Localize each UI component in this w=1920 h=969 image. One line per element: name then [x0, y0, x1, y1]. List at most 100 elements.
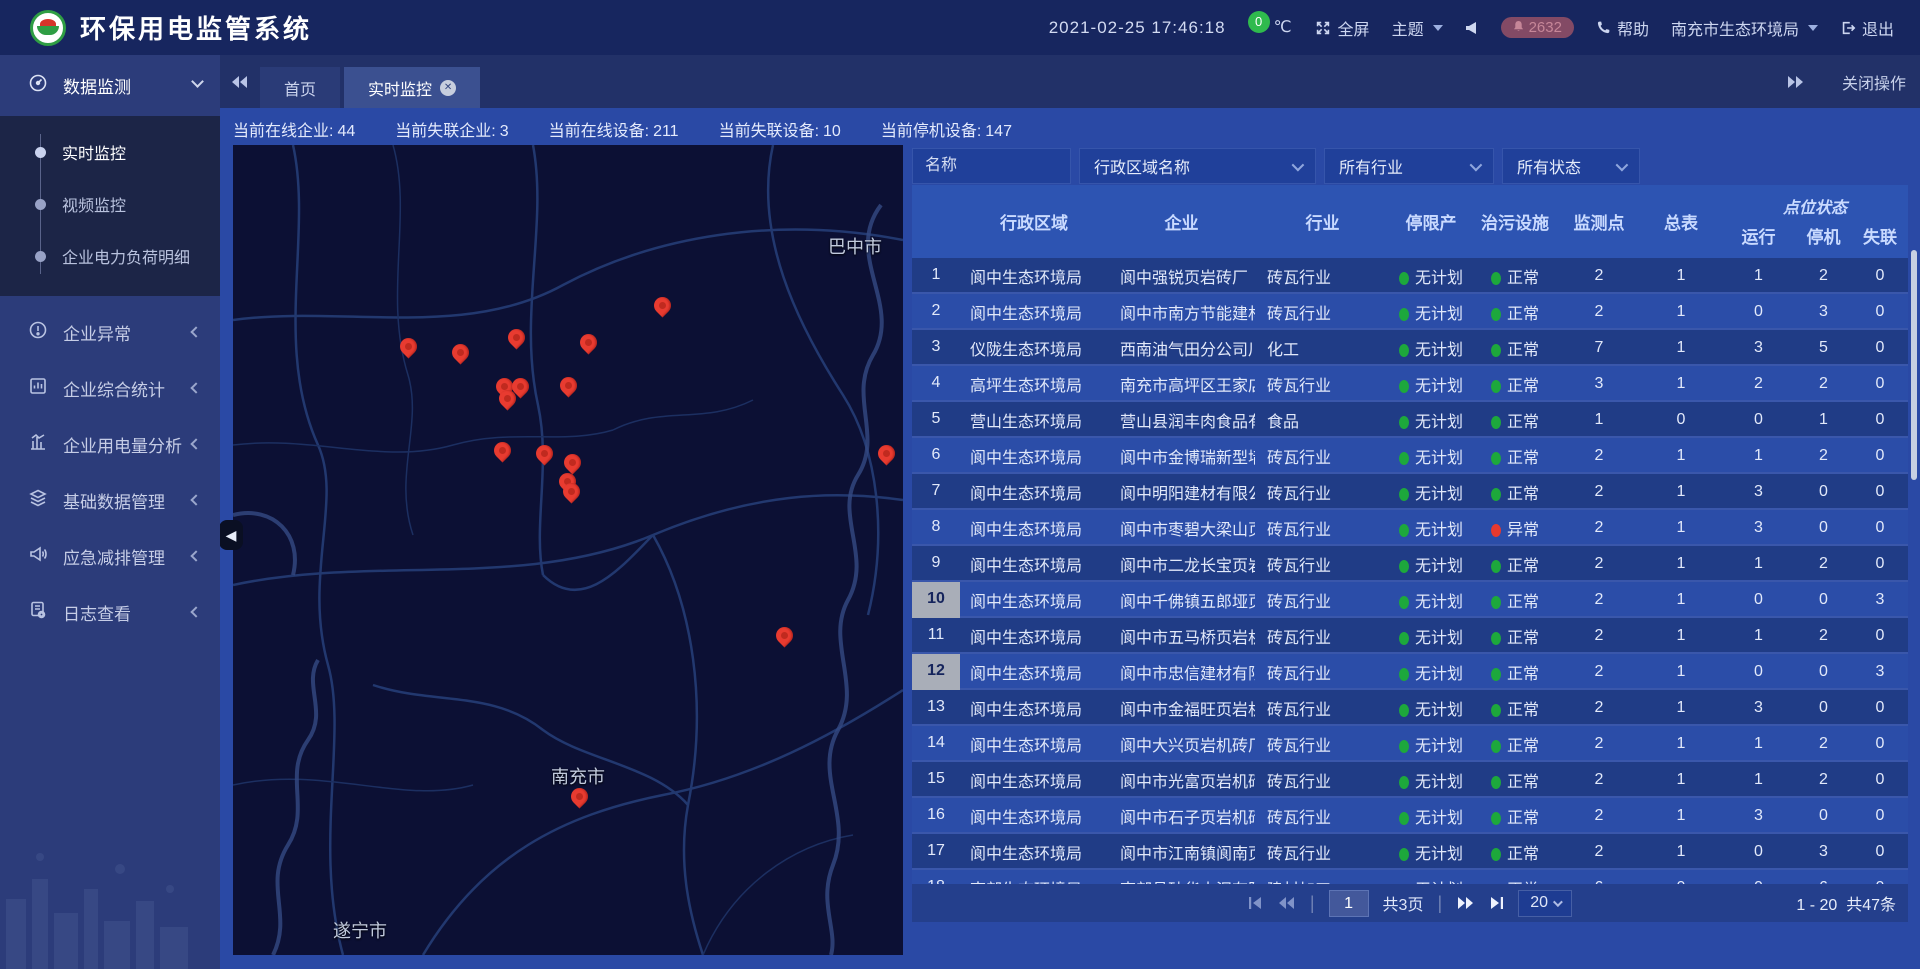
sidebar-item-enterprise-abnormal[interactable]: 企业异常 — [0, 304, 220, 360]
table-row[interactable]: 13阆中生态环境局阆中市金福旺页岩机砖砖瓦行业无计划正常21300 — [912, 690, 1908, 726]
chevron-left-icon — [190, 438, 201, 449]
tab-realtime-monitoring[interactable]: 实时监控 ✕ — [344, 67, 480, 108]
stat-offline-enterprises: 当前失联企业:3 — [395, 117, 508, 141]
map-panel[interactable]: 巴中市 南充市 遂宁市 — [233, 145, 903, 955]
exit-label: 退出 — [1862, 16, 1894, 40]
table-row[interactable]: 4高坪生态环境局南充市高坪区王家店建砖瓦行业无计划正常31220 — [912, 366, 1908, 402]
table-row[interactable]: 3仪陇生态环境局西南油气田分公司川中化工无计划正常71350 — [912, 330, 1908, 366]
cell-industry: 砖瓦行业 — [1255, 696, 1390, 720]
region-select[interactable]: 行政区域名称 — [1079, 148, 1316, 184]
pagination-separator: | — [1437, 893, 1442, 914]
page-size-select[interactable]: 20 — [1518, 890, 1572, 917]
cell-region: 阆中生态环境局 — [960, 624, 1108, 648]
map-collapse-button[interactable]: ◀ — [219, 520, 243, 550]
fullscreen-label: 全屏 — [1338, 16, 1370, 40]
tab-close-icon[interactable]: ✕ — [440, 80, 456, 96]
theme-dropdown[interactable]: 主题 — [1392, 16, 1443, 40]
sidebar-item-power-load-detail[interactable]: 企业电力负荷明细 — [0, 230, 220, 282]
sidebar-item-log-view[interactable]: 日志查看 — [0, 584, 220, 640]
cell-company: 南部县砂华水泥有限公 — [1108, 876, 1255, 884]
cell-stop-status: 无计划 — [1390, 300, 1472, 324]
cell-stop-status: 无计划 — [1390, 372, 1472, 396]
sidebar-item-video-monitoring[interactable]: 视频监控 — [0, 178, 220, 230]
tab-home[interactable]: 首页 — [260, 67, 340, 108]
status-dot-icon — [1491, 524, 1501, 537]
table-row[interactable]: 12阆中生态环境局阆中市忠信建材有限公砖瓦行业无计划正常21003 — [912, 654, 1908, 690]
table-scrollbar-thumb[interactable] — [1911, 250, 1917, 480]
sidebar-item-realtime-monitoring[interactable]: 实时监控 — [0, 126, 220, 178]
speaker-muted-icon — [1465, 21, 1479, 35]
cell-run-count: 3 — [1722, 807, 1795, 825]
previous-page-button[interactable] — [1278, 896, 1296, 910]
cell-company: 南充市高坪区王家店建 — [1108, 372, 1255, 396]
cell-industry: 砖瓦行业 — [1255, 264, 1390, 288]
table-row[interactable]: 2阆中生态环境局阆中市南方节能建材有砖瓦行业无计划正常21030 — [912, 294, 1908, 330]
help-button[interactable]: 帮助 — [1596, 16, 1649, 40]
first-page-button[interactable] — [1248, 896, 1264, 910]
chevron-down-icon — [1470, 158, 1483, 171]
last-page-button[interactable] — [1488, 896, 1504, 910]
close-operations-button[interactable]: 关闭操作 — [1842, 70, 1906, 94]
table-row[interactable]: 9阆中生态环境局阆中市二龙长宝页岩砖砖瓦行业无计划正常21120 — [912, 546, 1908, 582]
name-search-input[interactable] — [912, 148, 1071, 184]
tabs-scroll-left-button[interactable] — [220, 55, 260, 108]
table-row[interactable]: 6阆中生态环境局阆中市金博瑞新型墙材砖瓦行业无计划正常21120 — [912, 438, 1908, 474]
table-row[interactable]: 18南部生态环境局南部县砂华水泥有限公建材加工无计划正常60060 — [912, 870, 1908, 884]
table-row[interactable]: 8阆中生态环境局阆中市枣碧大梁山页岩砖瓦行业无计划异常21300 — [912, 510, 1908, 546]
cell-monitor-count: 2 — [1558, 447, 1640, 465]
cell-monitor-count: 2 — [1558, 627, 1640, 645]
cell-run-count: 3 — [1722, 519, 1795, 537]
sidebar-item-base-data-management[interactable]: 基础数据管理 — [0, 472, 220, 528]
cell-monitor-count: 2 — [1558, 843, 1640, 861]
next-page-button[interactable] — [1456, 896, 1474, 910]
tabs-scroll-right-button[interactable] — [1776, 55, 1816, 108]
cell-stopped-count: 2 — [1795, 447, 1852, 465]
cell-run-count: 1 — [1722, 735, 1795, 753]
table-row[interactable]: 5营山生态环境局营山县润丰肉食品有限食品无计划正常10010 — [912, 402, 1908, 438]
cell-lost-count: 0 — [1852, 339, 1908, 357]
stat-online-enterprises: 当前在线企业:44 — [233, 117, 355, 141]
mute-speaker-button[interactable] — [1465, 21, 1479, 35]
row-index: 12 — [912, 654, 960, 690]
fullscreen-button[interactable]: 全屏 — [1314, 16, 1370, 40]
cell-lost-count: 0 — [1852, 771, 1908, 789]
status-dot-icon — [1491, 344, 1501, 357]
exit-button[interactable]: 退出 — [1840, 16, 1894, 40]
org-dropdown[interactable]: 南充市生态环境局 — [1671, 16, 1818, 40]
sidebar-item-power-usage-analysis[interactable]: 企业用电量分析 — [0, 416, 220, 472]
table-row[interactable]: 7阆中生态环境局阆中明阳建材有限公司砖瓦行业无计划正常21300 — [912, 474, 1908, 510]
cell-run-count: 1 — [1722, 267, 1795, 285]
sidebar-item-data-monitoring[interactable]: 数据监测 — [0, 55, 220, 116]
chevron-down-icon — [1616, 158, 1629, 171]
table-row[interactable]: 16阆中生态环境局阆中市石子页岩机砖厂砖瓦行业无计划正常21300 — [912, 798, 1908, 834]
cell-facility-status: 正常 — [1472, 876, 1558, 884]
table-row[interactable]: 11阆中生态环境局阆中市五马桥页岩机砖砖瓦行业无计划正常21120 — [912, 618, 1908, 654]
cell-total-meter: 1 — [1640, 699, 1722, 717]
industry-select[interactable]: 所有行业 — [1324, 148, 1494, 184]
table-row[interactable]: 1阆中生态环境局阆中强锐页岩砖厂砖瓦行业无计划正常21120 — [912, 258, 1908, 294]
sidebar-item-emergency-reduction[interactable]: 应急减排管理 — [0, 528, 220, 584]
pagination-separator: | — [1310, 893, 1315, 914]
table-header: 行政区域 企业 行业 停限产 治污设施 监测点 总表 运行 停机 失联 点位状态 — [912, 185, 1908, 258]
page-number-input[interactable]: 1 — [1329, 890, 1369, 917]
status-dot-icon — [1491, 560, 1501, 573]
chevron-down-icon — [1292, 158, 1305, 171]
cell-industry: 砖瓦行业 — [1255, 768, 1390, 792]
cell-lost-count: 0 — [1852, 447, 1908, 465]
cell-total-meter: 1 — [1640, 591, 1722, 609]
cell-run-count: 1 — [1722, 447, 1795, 465]
sidebar-item-enterprise-statistics[interactable]: 企业综合统计 — [0, 360, 220, 416]
table-row[interactable]: 17阆中生态环境局阆中市江南镇阆南页岩砖瓦行业无计划正常21030 — [912, 834, 1908, 870]
status-dot-icon — [1399, 452, 1409, 465]
cell-monitor-count: 2 — [1558, 591, 1640, 609]
table-row[interactable]: 15阆中生态环境局阆中市光富页岩机砖厂砖瓦行业无计划正常21120 — [912, 762, 1908, 798]
table-row[interactable]: 14阆中生态环境局阆中大兴页岩机砖厂砖瓦行业无计划正常21120 — [912, 726, 1908, 762]
status-dot-icon — [1399, 380, 1409, 393]
cell-industry: 砖瓦行业 — [1255, 552, 1390, 576]
notification-badge[interactable]: 2632 — [1501, 17, 1574, 38]
status-select[interactable]: 所有状态 — [1502, 148, 1640, 184]
cell-industry: 砖瓦行业 — [1255, 372, 1390, 396]
table-row[interactable]: 10阆中生态环境局阆中千佛镇五郎垭页岩砖瓦行业无计划正常21003 — [912, 582, 1908, 618]
status-dot-icon — [1399, 308, 1409, 321]
cell-stop-status: 无计划 — [1390, 408, 1472, 432]
